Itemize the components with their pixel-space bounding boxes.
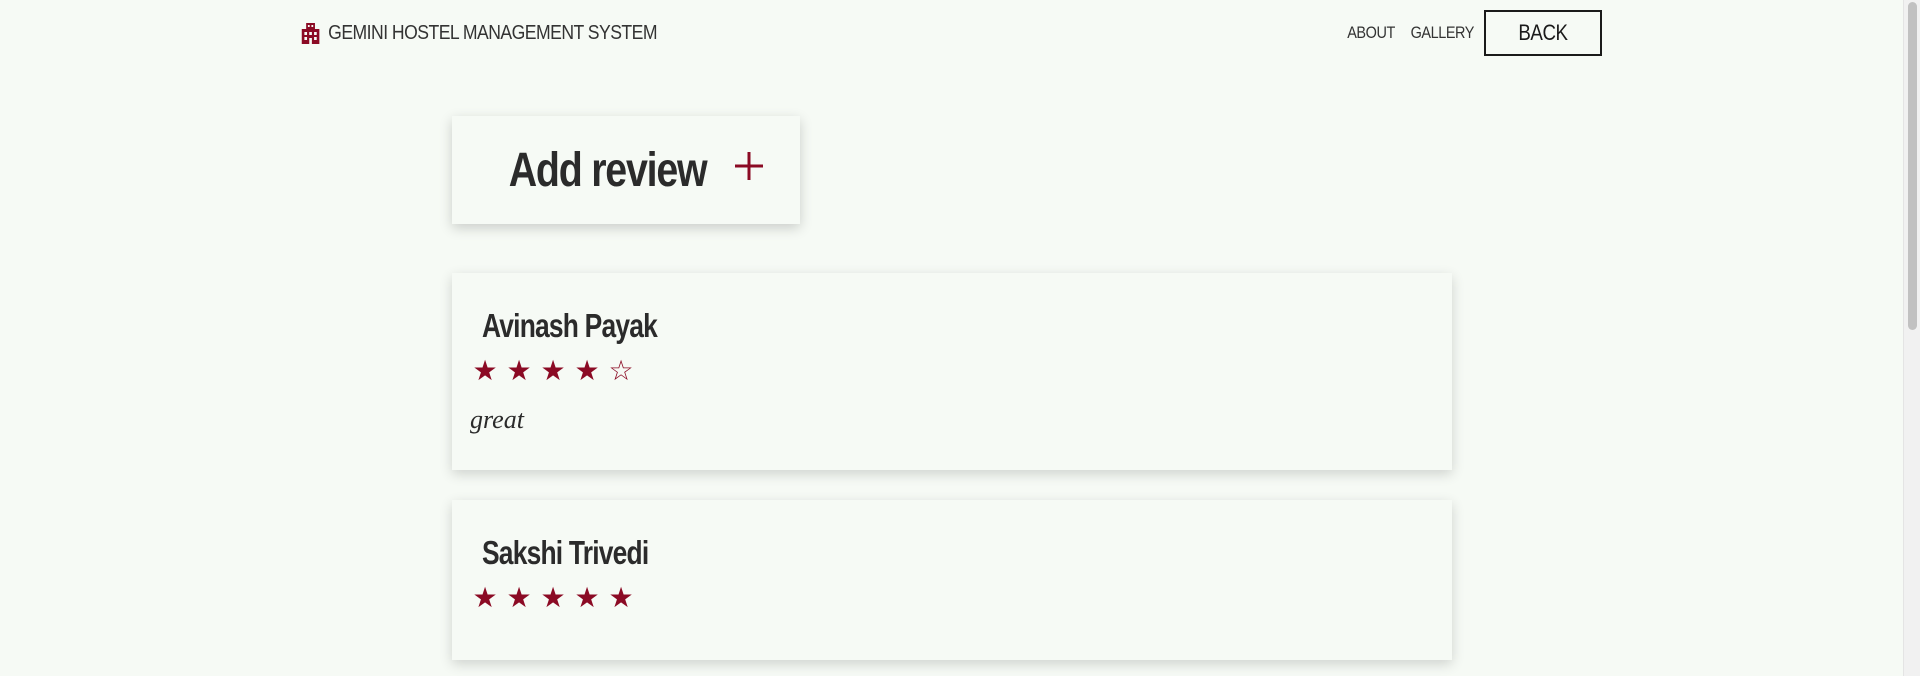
reviewer-name: Avinash Payak xyxy=(482,307,658,344)
building-icon xyxy=(301,23,320,44)
review-card: Avinash Payak ★ ★ ★ ★ ☆ great xyxy=(452,273,1452,470)
vertical-scrollbar[interactable] xyxy=(1903,0,1920,676)
nav-about-link[interactable]: ABOUT xyxy=(1348,23,1396,43)
star-filled-icon: ★ xyxy=(540,354,566,387)
nav-links: ABOUT GALLERY BACK xyxy=(1343,10,1602,56)
star-rating: ★ ★ ★ ★ ☆ xyxy=(472,357,634,385)
add-review-title: Add review xyxy=(509,143,708,197)
plus-icon xyxy=(734,152,763,180)
reviewer-name: Sakshi Trivedi xyxy=(482,534,649,571)
star-filled-icon: ★ xyxy=(472,581,498,614)
star-empty-icon: ☆ xyxy=(608,354,634,387)
nav-gallery-link[interactable]: GALLERY xyxy=(1411,23,1475,43)
star-rating: ★ ★ ★ ★ ★ xyxy=(472,584,634,612)
star-filled-icon: ★ xyxy=(574,354,600,387)
review-text: great xyxy=(470,405,524,434)
brand[interactable]: GEMINI HOSTEL MANAGEMENT SYSTEM xyxy=(300,21,658,45)
back-button[interactable]: BACK xyxy=(1484,10,1602,56)
add-review-button[interactable]: Add review xyxy=(452,116,800,224)
navbar: GEMINI HOSTEL MANAGEMENT SYSTEM ABOUT GA… xyxy=(300,10,1602,56)
brand-title: GEMINI HOSTEL MANAGEMENT SYSTEM xyxy=(328,21,658,44)
star-filled-icon: ★ xyxy=(608,581,634,614)
star-filled-icon: ★ xyxy=(574,581,600,614)
star-filled-icon: ★ xyxy=(472,354,498,387)
star-filled-icon: ★ xyxy=(506,581,532,614)
review-card: Sakshi Trivedi ★ ★ ★ ★ ★ xyxy=(452,500,1452,660)
star-filled-icon: ★ xyxy=(506,354,532,387)
star-filled-icon: ★ xyxy=(540,581,566,614)
scrollbar-thumb[interactable] xyxy=(1908,2,1917,330)
back-button-label: BACK xyxy=(1518,20,1568,45)
